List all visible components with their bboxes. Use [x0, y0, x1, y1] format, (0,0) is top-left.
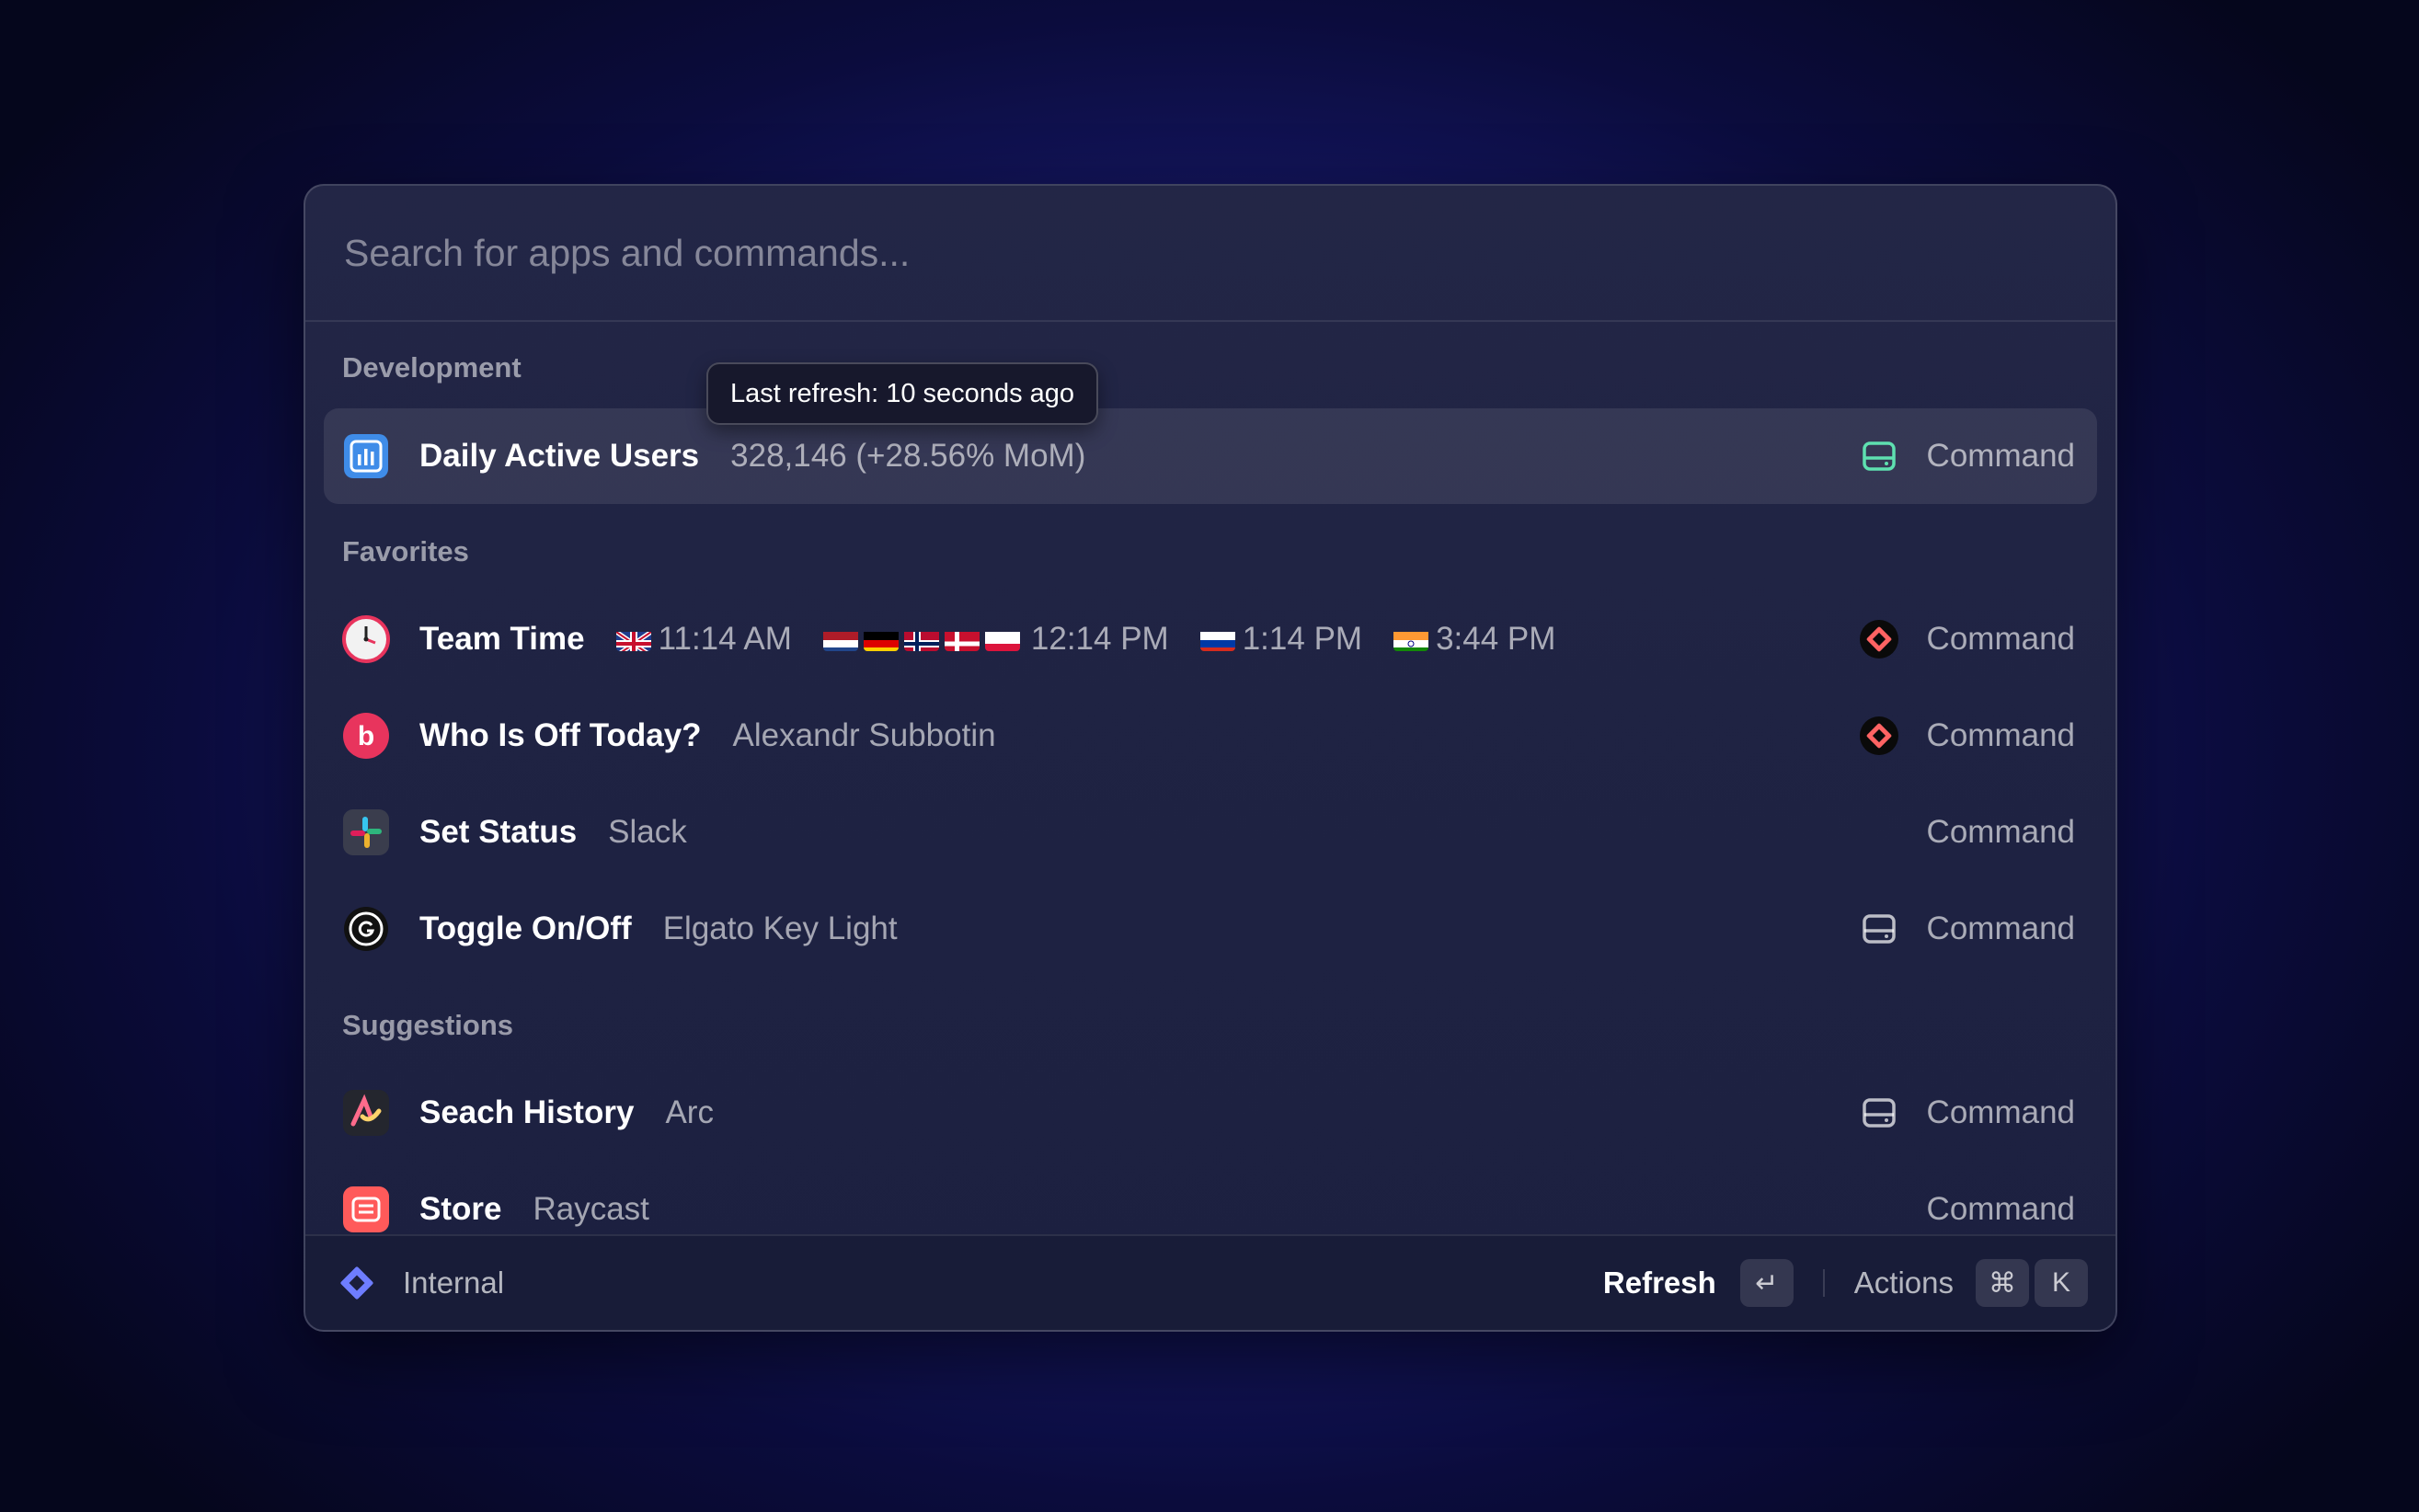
item-subtitle: Slack	[608, 814, 687, 850]
time-value: 3:44 PM	[1436, 621, 1556, 657]
store-icon	[342, 1186, 390, 1233]
item-subtitle: Alexandr Subbotin	[732, 717, 996, 753]
search-input[interactable]	[342, 230, 2001, 276]
item-kind: Command	[1926, 1191, 2075, 1227]
item-title: Daily Active Users	[419, 438, 700, 474]
timezone-ru: 1:14 PM	[1199, 621, 1363, 658]
uk-flag-icon	[615, 627, 651, 651]
action-bar: Internal Refresh ↵ Actions ⌘ K	[305, 1234, 2115, 1330]
launcher-window: Development Daily Active Users 328,146 (…	[304, 184, 2117, 1332]
item-title: Toggle On/Off	[419, 911, 632, 946]
time-value: 12:14 PM	[1030, 621, 1169, 657]
item-title: Seach History	[419, 1094, 635, 1130]
raycast-icon	[1859, 716, 1899, 756]
item-kind: Command	[1926, 814, 2075, 850]
list-item-daily-active-users[interactable]: Daily Active Users 328,146 (+28.56% MoM)…	[324, 408, 2097, 504]
item-subtitle: 328,146 (+28.56% MoM)	[730, 438, 1086, 474]
section-title-suggestions: Suggestions	[342, 1009, 514, 1041]
drive-icon	[1859, 1093, 1899, 1133]
nl-flag-icon	[822, 627, 858, 651]
svg-text:b: b	[358, 721, 374, 751]
ru-flag-icon	[1199, 627, 1235, 651]
time-value: 1:14 PM	[1242, 621, 1363, 657]
no-flag-icon	[903, 627, 939, 651]
footer-actions: Refresh ↵ Actions ⌘ K	[1603, 1259, 2088, 1307]
item-kind: Command	[1926, 1094, 2075, 1130]
list-item-set-status[interactable]: Set Status Slack Command	[324, 785, 2097, 880]
item-kind: Command	[1926, 438, 2075, 474]
item-title: Set Status	[419, 814, 578, 850]
timezone-europe: 12:14 PM	[822, 621, 1169, 658]
elgato-icon	[342, 905, 390, 953]
divider	[1822, 1269, 1825, 1297]
item-kind: Command	[1926, 911, 2075, 946]
clock-icon	[342, 615, 390, 663]
section-title-favorites: Favorites	[342, 535, 469, 567]
arc-icon	[342, 1089, 390, 1137]
cmd-key[interactable]: ⌘	[1976, 1259, 2029, 1307]
item-kind: Command	[1926, 717, 2075, 753]
item-kind: Command	[1926, 621, 2075, 657]
enter-key[interactable]: ↵	[1739, 1259, 1794, 1307]
raycast-logo-icon	[333, 1259, 381, 1307]
search-bar	[305, 186, 2115, 322]
bob-icon: b	[342, 712, 390, 760]
item-title: Team Time	[419, 621, 585, 657]
section-title-development: Development	[342, 351, 522, 384]
timezone-uk: 11:14 AM	[615, 621, 792, 658]
item-title: Who Is Off Today?	[419, 717, 702, 753]
list-item-toggle-on-off[interactable]: Toggle On/Off Elgato Key Light Command	[324, 881, 2097, 977]
refresh-tooltip: Last refresh: 10 seconds ago	[706, 362, 1099, 425]
k-key[interactable]: K	[2035, 1259, 2088, 1307]
chart-icon	[342, 432, 390, 480]
list-item-search-history[interactable]: Seach History Arc Command	[324, 1065, 2097, 1161]
timezone-in: 3:44 PM	[1393, 621, 1555, 658]
item-title: Store	[419, 1191, 502, 1227]
drive-icon	[1859, 436, 1899, 476]
list-item-who-is-off-today[interactable]: b Who Is Off Today? Alexandr Subbotin Co…	[324, 688, 2097, 784]
context-label: Internal	[403, 1266, 505, 1300]
item-subtitle: Elgato Key Light	[662, 911, 898, 946]
item-subtitle: Raycast	[533, 1191, 649, 1227]
in-flag-icon	[1393, 627, 1429, 651]
drive-icon	[1859, 909, 1899, 949]
list-item-team-time[interactable]: Team Time 11:14 AM 12:14 PM 1:14 PM 3:44…	[324, 591, 2097, 687]
pl-flag-icon	[984, 627, 1020, 651]
actions-button[interactable]: Actions	[1854, 1266, 1954, 1300]
slack-icon	[342, 808, 390, 856]
refresh-button[interactable]: Refresh	[1603, 1266, 1716, 1300]
item-subtitle: Arc	[665, 1094, 714, 1130]
de-flag-icon	[863, 627, 899, 651]
dk-flag-icon	[944, 627, 980, 651]
raycast-icon	[1859, 619, 1899, 659]
time-value: 11:14 AM	[658, 621, 792, 657]
